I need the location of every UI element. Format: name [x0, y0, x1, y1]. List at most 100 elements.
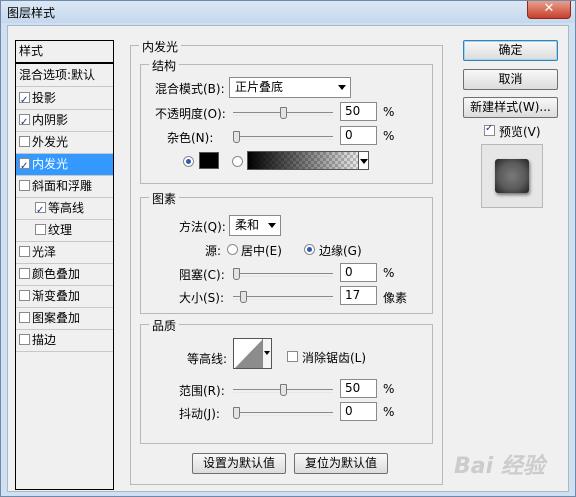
dialog-body: 样式 混合选项:默认 投影内阴影外发光内发光斜面和浮雕等高线纹理光泽颜色叠加渐变… [7, 25, 569, 492]
style-preview-box [481, 144, 543, 208]
noise-slider[interactable] [233, 131, 333, 143]
source-edge-radio[interactable] [304, 244, 315, 255]
blend-options-item[interactable]: 混合选项:默认 [16, 65, 113, 87]
choke-input[interactable]: 0 [340, 263, 377, 282]
style-item-checkbox[interactable] [35, 224, 46, 235]
gradient-dropdown-button[interactable] [358, 151, 369, 170]
style-item-gradient-overlay[interactable]: 渐变叠加 [16, 286, 113, 308]
style-item-inner-shadow[interactable]: 内阴影 [16, 110, 113, 133]
reset-default-button[interactable]: 复位为默认值 [294, 453, 388, 474]
source-edge-label[interactable]: 边缘(G) [319, 242, 362, 259]
style-item-checkbox[interactable] [19, 180, 30, 191]
style-item-color-overlay[interactable]: 颜色叠加 [16, 264, 113, 286]
quality-group: 品质 等高线: 消除锯齿(L) 范围(R): 50 % 抖动(J): 0 % [140, 317, 433, 444]
opacity-input[interactable]: 50 [340, 102, 377, 121]
contour-picker[interactable] [233, 338, 272, 369]
style-item-checkbox[interactable] [19, 268, 30, 279]
make-default-button[interactable]: 设置为默认值 [192, 453, 286, 474]
style-item-bevel-emboss[interactable]: 斜面和浮雕 [16, 176, 113, 198]
style-item-label: 光泽 [32, 245, 57, 259]
watermark: Bai 经验 [454, 454, 545, 479]
style-item-label: 投影 [32, 91, 57, 105]
style-item-checkbox[interactable] [19, 156, 30, 177]
structure-title: 结构 [149, 57, 180, 74]
style-item-checkbox[interactable] [19, 334, 30, 345]
noise-input[interactable]: 0 [340, 126, 377, 145]
preview-label[interactable]: 预览(V) [499, 123, 541, 140]
source-center-radio[interactable] [227, 244, 238, 255]
style-item-texture[interactable]: 纹理 [16, 220, 113, 242]
jitter-slider-thumb[interactable] [233, 407, 240, 419]
style-item-label: 斜面和浮雕 [32, 179, 93, 193]
range-unit: % [383, 382, 395, 396]
size-slider-thumb[interactable] [240, 291, 247, 303]
style-item-satin[interactable]: 光泽 [16, 242, 113, 264]
size-input[interactable]: 17 [340, 286, 377, 305]
window-title: 图层样式 [7, 6, 56, 20]
style-item-checkbox[interactable] [19, 312, 30, 323]
source-label: 源: [205, 244, 222, 258]
blend-mode-value: 正片叠底 [235, 80, 284, 94]
solid-color-radio[interactable] [183, 156, 194, 167]
jitter-input[interactable]: 0 [340, 402, 377, 421]
cancel-button[interactable]: 取消 [463, 69, 558, 90]
style-item-checkbox[interactable] [19, 246, 30, 257]
style-item-pattern-overlay[interactable]: 图案叠加 [16, 308, 113, 330]
choke-slider-thumb[interactable] [233, 268, 240, 280]
opacity-slider-thumb[interactable] [280, 107, 287, 119]
jitter-slider[interactable] [233, 407, 333, 419]
range-slider-thumb[interactable] [280, 384, 287, 396]
blend-mode-dropdown[interactable]: 正片叠底 [229, 77, 351, 98]
choke-slider[interactable] [233, 268, 333, 280]
style-item-label: 渐变叠加 [32, 289, 81, 303]
style-item-checkbox[interactable] [35, 200, 46, 221]
preview-checkbox[interactable] [484, 123, 495, 136]
antialias-checkbox[interactable] [287, 351, 298, 362]
range-input[interactable]: 50 [340, 379, 377, 398]
noise-slider-thumb[interactable] [233, 131, 240, 143]
chevron-down-icon [338, 85, 346, 90]
style-item-checkbox[interactable] [19, 112, 30, 133]
method-dropdown[interactable]: 柔和 [229, 215, 281, 236]
noise-unit: % [383, 129, 395, 143]
chevron-down-icon [264, 351, 270, 355]
choke-label: 阻塞(C): [179, 268, 225, 282]
inner-glow-panel: 内发光 结构 混合模式(B): 正片叠底 不透明度(O): 50 % 杂色(N)… [130, 38, 443, 485]
antialias-label[interactable]: 消除锯齿(L) [302, 349, 366, 366]
ok-button[interactable]: 确定 [463, 40, 558, 61]
choke-unit: % [383, 266, 395, 280]
style-item-contour[interactable]: 等高线 [16, 198, 113, 221]
style-item-checkbox[interactable] [19, 90, 30, 111]
chevron-down-icon [360, 159, 368, 164]
size-unit: 像素 [383, 291, 408, 305]
quality-title: 品质 [149, 317, 180, 334]
style-item-drop-shadow[interactable]: 投影 [16, 88, 113, 111]
range-slider[interactable] [233, 384, 333, 396]
contour-preview-icon [235, 339, 263, 368]
elements-group: 图素 方法(Q): 柔和 源: 居中(E) 边缘(G) 阻塞(C): 0 % 大… [140, 190, 433, 314]
gradient-preview[interactable] [247, 151, 369, 170]
contour-dropdown-button[interactable] [262, 339, 271, 368]
close-button[interactable]: ✕ [527, 1, 571, 19]
style-item-checkbox[interactable] [19, 136, 30, 147]
style-item-checkbox[interactable] [19, 290, 30, 301]
source-center-label[interactable]: 居中(E) [241, 242, 282, 259]
styles-list: 样式 混合选项:默认 投影内阴影外发光内发光斜面和浮雕等高线纹理光泽颜色叠加渐变… [15, 40, 114, 490]
style-item-label: 外发光 [32, 135, 69, 149]
size-slider[interactable] [233, 291, 333, 303]
jitter-unit: % [383, 405, 395, 419]
style-item-label: 图案叠加 [32, 311, 81, 325]
style-item-inner-glow[interactable]: 内发光 [16, 154, 113, 177]
contour-label: 等高线: [187, 352, 228, 366]
layer-style-dialog: 图层样式 ✕ 样式 混合选项:默认 投影内阴影外发光内发光斜面和浮雕等高线纹理光… [0, 0, 576, 497]
new-style-button[interactable]: 新建样式(W)... [463, 97, 558, 118]
style-item-outer-glow[interactable]: 外发光 [16, 132, 113, 154]
glow-color-swatch[interactable] [199, 152, 219, 169]
opacity-slider[interactable] [233, 107, 333, 119]
inner-glow-title: 内发光 [139, 38, 182, 55]
style-item-stroke[interactable]: 描边 [16, 330, 113, 352]
gradient-radio[interactable] [232, 156, 243, 167]
structure-group: 结构 混合模式(B): 正片叠底 不透明度(O): 50 % 杂色(N): 0 … [140, 57, 433, 184]
chevron-down-icon [268, 223, 276, 228]
method-value: 柔和 [235, 218, 260, 232]
